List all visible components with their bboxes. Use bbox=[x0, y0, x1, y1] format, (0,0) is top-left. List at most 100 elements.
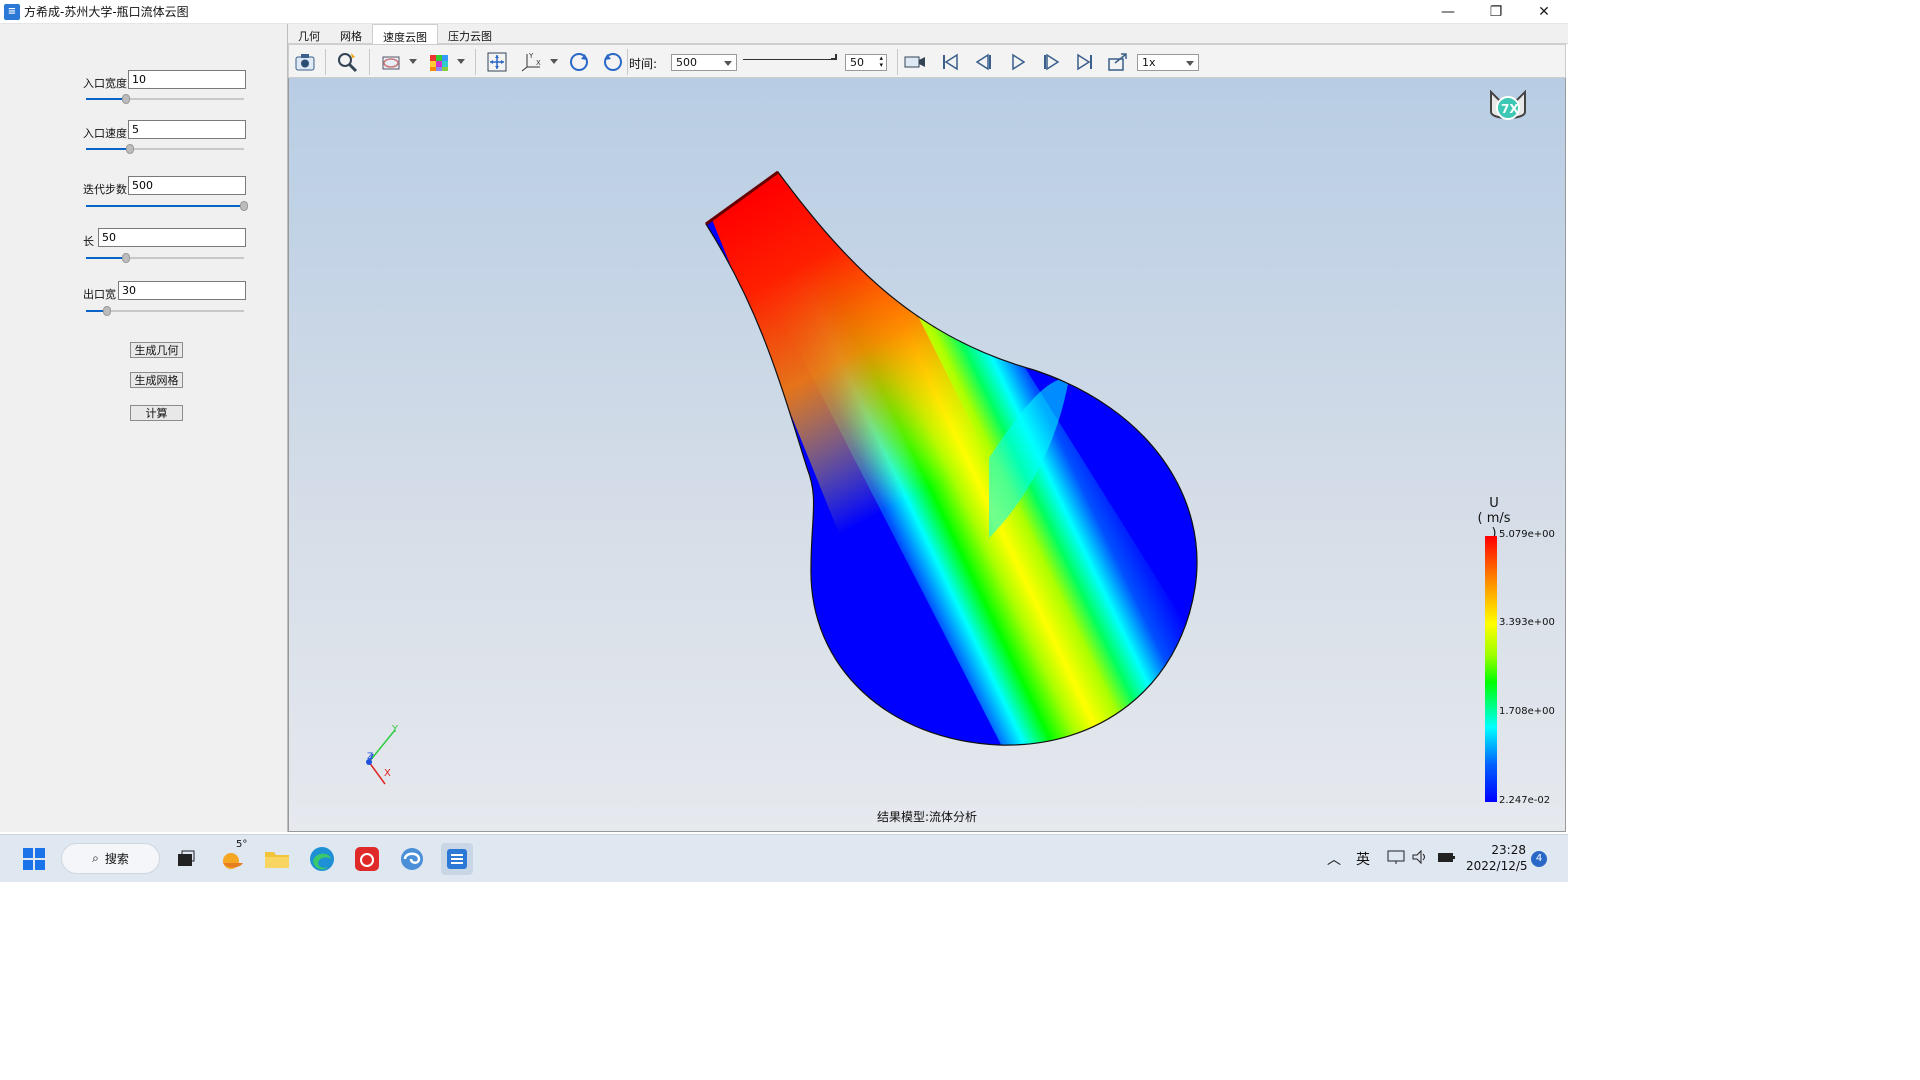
outlet-width-input[interactable] bbox=[118, 281, 246, 300]
outlet-width-slider[interactable] bbox=[86, 306, 244, 316]
prev-frame-icon[interactable] bbox=[972, 50, 996, 74]
color-legend-bar bbox=[1485, 536, 1497, 802]
playback-speed-select[interactable]: 1x bbox=[1137, 54, 1199, 71]
notification-badge[interactable]: 4 bbox=[1531, 851, 1547, 867]
search-icon: ⌕ bbox=[92, 851, 99, 865]
play-icon[interactable] bbox=[1006, 50, 1030, 74]
logo-icon: 7X bbox=[1483, 86, 1533, 126]
param-label: 出口宽 bbox=[83, 288, 116, 301]
clock-date: 2022/12/5 bbox=[1466, 859, 1528, 873]
frame-spinbox[interactable]: 50 ▴ ▾ bbox=[845, 54, 887, 71]
taskbar: ⌕ 搜索 5° ︿ 英 23:28 2022/12/5 4 bbox=[0, 834, 1568, 882]
length-input[interactable] bbox=[98, 228, 246, 247]
bottle-flow-field bbox=[706, 172, 1198, 746]
rotate-cw-icon[interactable] bbox=[567, 50, 591, 74]
battery-icon[interactable] bbox=[1437, 849, 1457, 869]
taskbar-search[interactable]: ⌕ 搜索 bbox=[61, 843, 160, 874]
chevron-down-icon bbox=[724, 61, 732, 66]
weather-temp: 5° bbox=[236, 839, 248, 850]
svg-text:Y: Y bbox=[528, 52, 534, 60]
inlet-velocity-input[interactable] bbox=[128, 120, 246, 139]
system-clock[interactable]: 23:28 2022/12/5 bbox=[1466, 842, 1528, 874]
param-label: 迭代步数 bbox=[83, 183, 127, 196]
tab-mesh[interactable]: 网格 bbox=[330, 24, 372, 44]
tray-overflow-icon[interactable]: ︿ bbox=[1327, 849, 1341, 869]
task-view-icon[interactable] bbox=[170, 843, 202, 875]
first-frame-icon[interactable] bbox=[938, 50, 962, 74]
tab-bar: 几何 网格 速度云图 压力云图 bbox=[288, 24, 1568, 44]
param-label: 长 bbox=[83, 235, 94, 248]
colormap-icon[interactable] bbox=[427, 50, 451, 74]
tab-geometry[interactable]: 几何 bbox=[288, 24, 330, 44]
restore-button[interactable]: ❐ bbox=[1472, 0, 1520, 24]
last-frame-icon[interactable] bbox=[1073, 50, 1097, 74]
axis-triad: Y X Z bbox=[366, 724, 399, 785]
display-mode-icon[interactable] bbox=[379, 50, 403, 74]
minimize-button[interactable]: — bbox=[1424, 0, 1472, 24]
slider-thumb[interactable] bbox=[126, 144, 135, 154]
iterations-slider[interactable] bbox=[86, 201, 248, 211]
velocity-contour-plot: Y X Z bbox=[366, 170, 1198, 785]
frame-slider-thumb[interactable] bbox=[831, 54, 837, 60]
tab-pressure-contour[interactable]: 压力云图 bbox=[438, 24, 502, 44]
chevron-down-icon[interactable] bbox=[409, 59, 417, 64]
chevron-down-icon[interactable] bbox=[457, 59, 465, 64]
close-button[interactable]: ✕ bbox=[1520, 0, 1568, 24]
start-windows-icon[interactable] bbox=[18, 843, 50, 875]
length-slider[interactable] bbox=[86, 253, 244, 263]
file-explorer-icon[interactable] bbox=[261, 843, 293, 875]
frame-value: 50 bbox=[850, 56, 864, 69]
slider-thumb[interactable] bbox=[102, 306, 111, 316]
edge-browser-icon[interactable] bbox=[306, 843, 338, 875]
axes-icon[interactable]: YX bbox=[520, 50, 544, 74]
clock-time: 23:28 bbox=[1491, 843, 1526, 857]
slider-thumb[interactable] bbox=[240, 201, 248, 211]
volume-icon[interactable] bbox=[1411, 849, 1429, 869]
rotate-ccw-icon[interactable] bbox=[601, 50, 625, 74]
zoom-icon[interactable] bbox=[335, 50, 359, 74]
generate-geometry-button[interactable]: 生成几何 bbox=[130, 342, 183, 358]
time-label: 时间: bbox=[629, 57, 658, 71]
render-viewport[interactable]: Y X Z 7X U ( m/s ) 5.079e+00 3.393e+00 1… bbox=[288, 78, 1566, 832]
result-model-status: 结果模型:流体分析 bbox=[876, 810, 978, 824]
frame-slider[interactable] bbox=[743, 59, 837, 60]
param-label: 入口宽度 bbox=[83, 77, 127, 90]
active-app-icon[interactable] bbox=[441, 843, 473, 875]
export-icon[interactable] bbox=[1106, 50, 1130, 74]
speed-value: 1x bbox=[1142, 56, 1156, 69]
toolbar: YX 时间: 500 50 ▴ ▾ 1x bbox=[288, 44, 1566, 78]
record-icon[interactable] bbox=[903, 50, 927, 74]
compute-button[interactable]: 计算 bbox=[130, 405, 183, 421]
axis-y-label: Y bbox=[391, 724, 399, 735]
legend-variable: U bbox=[1489, 496, 1499, 511]
legend-value-2: 3.393e+00 bbox=[1499, 617, 1555, 628]
slider-thumb[interactable] bbox=[121, 94, 130, 104]
spin-arrows-icon[interactable]: ▴ ▾ bbox=[879, 55, 883, 69]
ime-indicator[interactable]: 英 bbox=[1356, 849, 1370, 869]
legend-value-3: 1.708e+00 bbox=[1499, 706, 1555, 717]
param-label: 入口速度 bbox=[83, 127, 127, 140]
camera-icon[interactable] bbox=[293, 50, 317, 74]
slider-thumb[interactable] bbox=[121, 253, 130, 263]
next-frame-icon[interactable] bbox=[1039, 50, 1063, 74]
time-value: 500 bbox=[676, 56, 697, 69]
app-icon: ≡ bbox=[4, 3, 20, 20]
axis-x-label: X bbox=[384, 768, 391, 779]
tab-velocity-contour[interactable]: 速度云图 bbox=[372, 24, 438, 44]
network-icon[interactable] bbox=[1387, 849, 1405, 869]
inlet-width-input[interactable] bbox=[128, 70, 246, 89]
generate-mesh-button[interactable]: 生成网格 bbox=[130, 372, 183, 388]
inlet-width-slider[interactable] bbox=[86, 94, 244, 104]
svg-text:7X: 7X bbox=[1501, 102, 1519, 116]
axis-z-label: Z bbox=[367, 752, 373, 762]
search-label: 搜索 bbox=[104, 852, 129, 866]
weather-icon[interactable]: 5° bbox=[217, 839, 249, 875]
netease-music-icon[interactable] bbox=[351, 843, 383, 875]
inlet-velocity-slider[interactable] bbox=[86, 144, 244, 154]
chevron-down-icon bbox=[1186, 61, 1194, 66]
time-select[interactable]: 500 bbox=[671, 54, 737, 71]
app-swirl-icon[interactable] bbox=[396, 843, 428, 875]
chevron-down-icon[interactable] bbox=[550, 59, 558, 64]
iterations-input[interactable] bbox=[128, 176, 246, 195]
fit-view-icon[interactable] bbox=[485, 50, 509, 74]
